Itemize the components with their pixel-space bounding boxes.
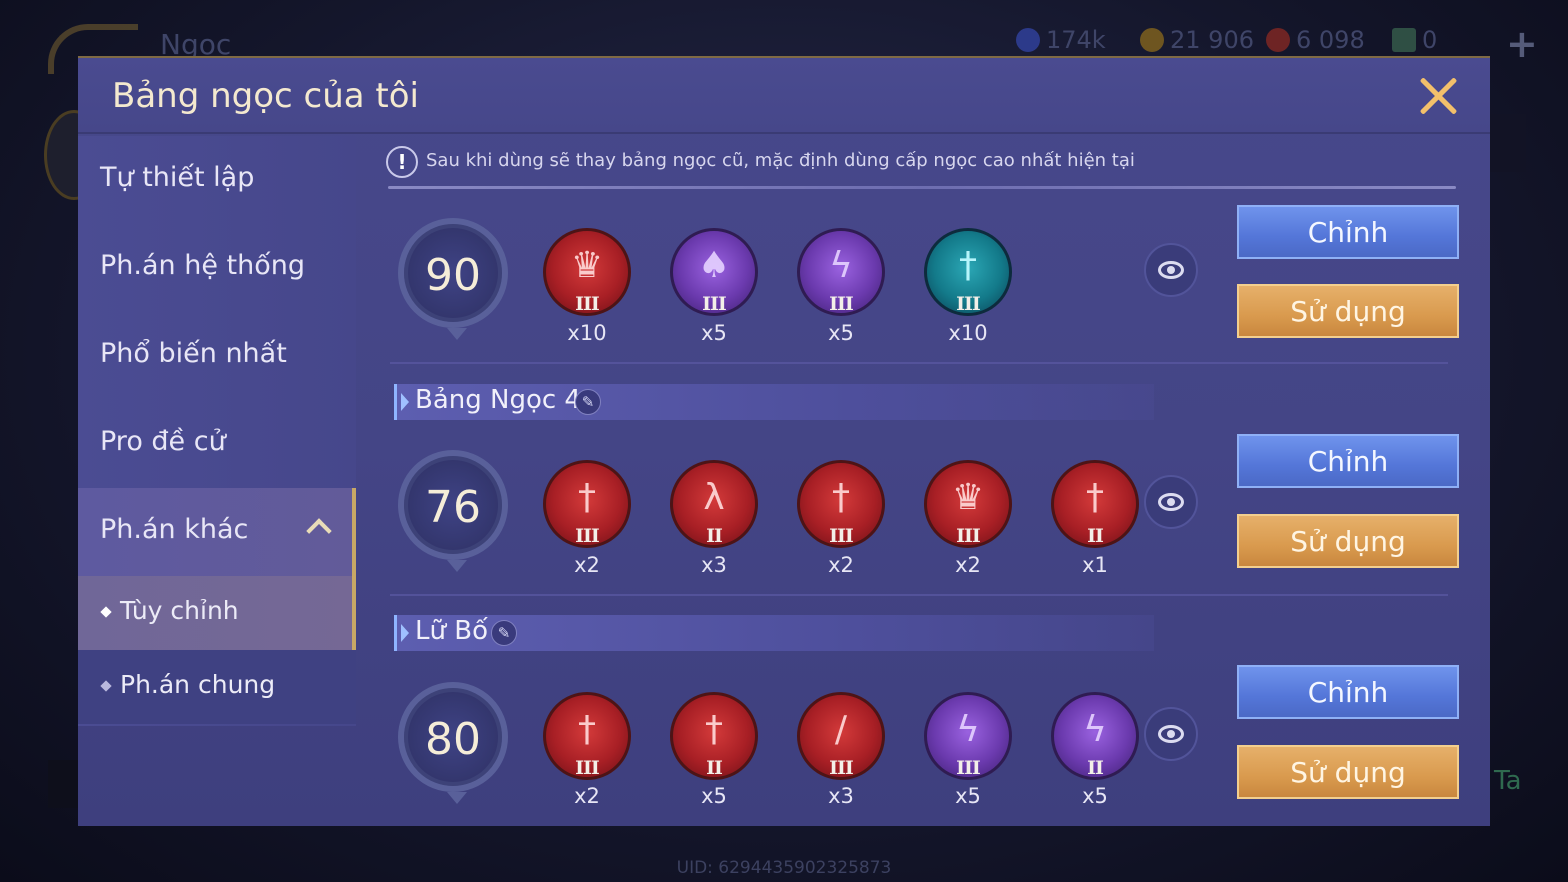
modal-title: Bảng ngọc của tôi bbox=[112, 76, 419, 116]
lightning-gem-icon[interactable]: ϟ III bbox=[924, 692, 1012, 780]
set-name: Lữ Bố bbox=[415, 616, 488, 646]
use-button[interactable]: Sử dụng bbox=[1237, 514, 1459, 568]
sidebar-item-custom-setup[interactable]: Tự thiết lập bbox=[78, 136, 356, 224]
gem-count: x10 bbox=[567, 321, 607, 345]
set-name: Bảng Ngọc 4 bbox=[415, 385, 581, 415]
sword-gem-icon[interactable]: † III bbox=[797, 460, 885, 548]
sidebar: Tự thiết lập Ph.án hệ thống Phổ biến nhấ… bbox=[78, 136, 356, 726]
pencil-icon[interactable]: ✎ bbox=[491, 620, 517, 646]
blade-gem-icon[interactable]: / III bbox=[797, 692, 885, 780]
red-gem-icon bbox=[1266, 28, 1290, 52]
notice-text: Sau khi dùng sẽ thay bảng ngọc cũ, mặc đ… bbox=[426, 150, 1135, 171]
use-button[interactable]: Sử dụng bbox=[1237, 284, 1459, 338]
gem-count: x5 bbox=[955, 784, 981, 808]
gem-count: x5 bbox=[701, 321, 727, 345]
pencil-icon[interactable]: ✎ bbox=[575, 389, 601, 415]
set-name-header: Lữ Bố ✎ bbox=[394, 615, 1154, 651]
chevron-up-icon bbox=[306, 518, 332, 544]
sword-gem-icon[interactable]: † II bbox=[670, 692, 758, 780]
gem-count: x2 bbox=[574, 553, 600, 577]
gem-count: x3 bbox=[828, 784, 854, 808]
gem-count: x2 bbox=[828, 553, 854, 577]
sidebar-item-other-plans[interactable]: Ph.án khác bbox=[78, 488, 356, 576]
gem-count: x1 bbox=[1082, 553, 1108, 577]
my-gem-sets-modal: Bảng ngọc của tôi Tự thiết lập Ph.án hệ … bbox=[78, 56, 1490, 826]
resource-card: 0 bbox=[1392, 26, 1437, 54]
resource-red-gem: 6 098 bbox=[1266, 26, 1365, 54]
eye-icon[interactable] bbox=[1144, 243, 1198, 297]
bullet-icon bbox=[100, 606, 112, 618]
edit-button[interactable]: Chỉnh bbox=[1237, 665, 1459, 719]
close-icon[interactable] bbox=[1416, 74, 1460, 118]
gem-count: x2 bbox=[955, 553, 981, 577]
add-resource-button[interactable]: + bbox=[1506, 22, 1538, 66]
resource-gold: 21 906 bbox=[1140, 26, 1254, 54]
set-level-badge: 80 bbox=[398, 682, 508, 804]
gem-count: x5 bbox=[701, 784, 727, 808]
info-exclamation-icon: ! bbox=[386, 146, 418, 178]
flame-crown-gem-icon[interactable]: ♛ III bbox=[924, 460, 1012, 548]
divider bbox=[390, 594, 1448, 596]
gem-count: x2 bbox=[574, 784, 600, 808]
lightning-gem-icon[interactable]: ϟ II bbox=[1051, 692, 1139, 780]
sword-gem-icon[interactable]: † III bbox=[924, 228, 1012, 316]
divider bbox=[390, 362, 1448, 364]
gem-count: x10 bbox=[948, 321, 988, 345]
sidebar-item-system-plan[interactable]: Ph.án hệ thống bbox=[78, 224, 356, 312]
gem-count: x5 bbox=[1082, 784, 1108, 808]
set-level-badge: 76 bbox=[398, 450, 508, 572]
eye-icon[interactable] bbox=[1144, 475, 1198, 529]
edit-button[interactable]: Chỉnh bbox=[1237, 205, 1459, 259]
background-green-text: Ta bbox=[1494, 766, 1522, 796]
edit-button[interactable]: Chỉnh bbox=[1237, 434, 1459, 488]
uid-label: UID: 6294435902325873 bbox=[676, 858, 892, 878]
gem-count: x3 bbox=[701, 553, 727, 577]
gem-count: x5 bbox=[828, 321, 854, 345]
sword-gem-icon[interactable]: † II bbox=[1051, 460, 1139, 548]
set-name-header: Bảng Ngọc 4 ✎ bbox=[394, 384, 1154, 420]
sidebar-item-most-popular[interactable]: Phổ biến nhất bbox=[78, 312, 356, 400]
gold-coin-icon bbox=[1140, 28, 1164, 52]
flame-crown-gem-icon[interactable]: ♛ III bbox=[543, 228, 631, 316]
droplet-gem-icon[interactable]: ♠ III bbox=[670, 228, 758, 316]
sword-gem-icon[interactable]: † III bbox=[543, 460, 631, 548]
green-card-icon bbox=[1392, 28, 1416, 52]
sidebar-subitem-custom[interactable]: Tùy chỉnh bbox=[78, 576, 356, 650]
claw-gem-icon[interactable]: λ II bbox=[670, 460, 758, 548]
sword-gem-icon[interactable]: † III bbox=[543, 692, 631, 780]
lightning-gem-icon[interactable]: ϟ III bbox=[797, 228, 885, 316]
sidebar-subitem-common-plan[interactable]: Ph.án chung bbox=[78, 650, 356, 724]
notice-divider bbox=[388, 186, 1456, 189]
bullet-icon bbox=[100, 680, 112, 692]
spiral-token-icon bbox=[1016, 28, 1040, 52]
modal-header: Bảng ngọc của tôi bbox=[78, 58, 1490, 134]
resource-spiral-token: 174k bbox=[1016, 26, 1106, 54]
eye-icon[interactable] bbox=[1144, 707, 1198, 761]
set-level-badge: 90 bbox=[398, 218, 508, 340]
sidebar-item-pro-recommended[interactable]: Pro đề cử bbox=[78, 400, 356, 488]
use-button[interactable]: Sử dụng bbox=[1237, 745, 1459, 799]
background-panel-edge bbox=[1490, 114, 1526, 172]
